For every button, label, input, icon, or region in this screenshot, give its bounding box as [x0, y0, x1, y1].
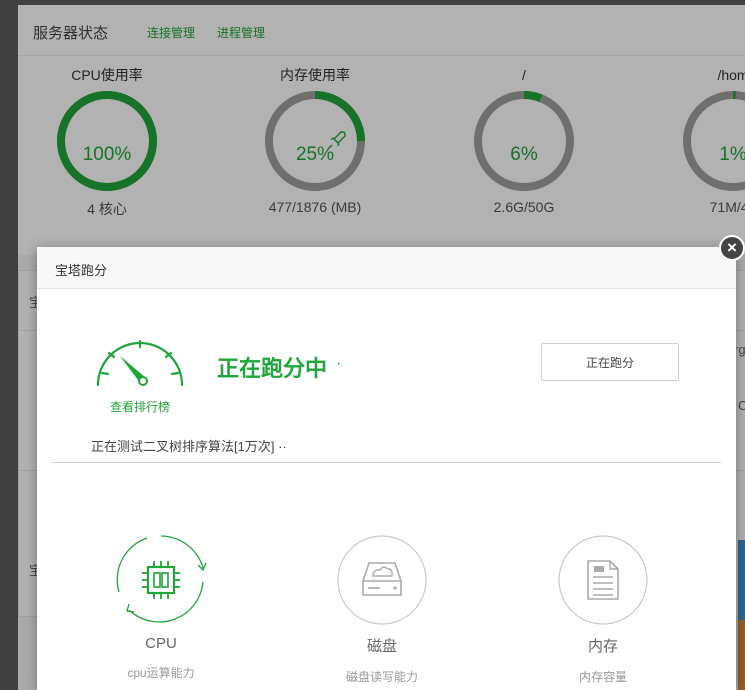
item-name: CPU — [145, 635, 177, 652]
item-name: 磁盘 — [366, 638, 397, 655]
status-dots: · — [336, 355, 342, 372]
item-desc: 磁盘读写能力 — [345, 670, 418, 684]
benchmark-item-memory[interactable]: 内存 内存容量 — [543, 533, 663, 685]
benchmark-item-cpu[interactable]: CPU cpu运算能力 — [101, 533, 221, 681]
benchmark-item-disk[interactable]: 磁盘 磁盘读写能力 — [322, 533, 442, 685]
cpu-chip-icon — [116, 535, 207, 623]
benchmark-status: 正在跑分中 — [217, 356, 328, 381]
disk-icon — [337, 535, 427, 625]
ranking-link[interactable]: 查看排行榜 — [105, 398, 175, 415]
memory-doc-icon — [558, 535, 648, 625]
benchmark-dialog: 宝塔跑分 查看排行榜 正在跑分中 · 正在跑分 正在测试二叉树排序算法[1万次]… — [37, 247, 736, 690]
speedometer-icon — [96, 339, 184, 387]
running-benchmark-button[interactable]: 正在跑分 — [541, 343, 679, 381]
dialog-title: 宝塔跑分 — [55, 263, 108, 278]
dialog-header: 宝塔跑分 — [37, 247, 736, 289]
progress-text: 正在测试二叉树排序算法[1万次] ·· — [91, 439, 287, 454]
item-name: 内存 — [587, 638, 618, 655]
close-button[interactable]: × — [719, 235, 745, 261]
divider — [52, 462, 721, 463]
item-desc: cpu运算能力 — [127, 666, 195, 680]
item-desc: 内存容量 — [578, 670, 627, 684]
